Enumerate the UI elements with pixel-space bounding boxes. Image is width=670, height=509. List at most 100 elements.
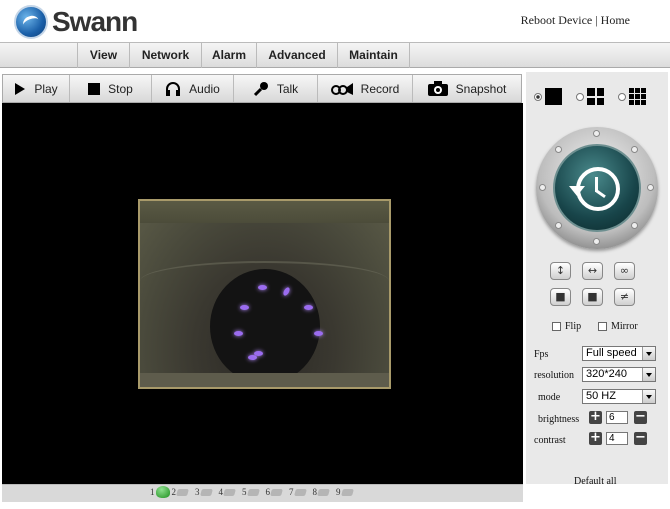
- headphones-icon: [166, 81, 181, 96]
- single-view-icon: [545, 88, 562, 105]
- stop-horizontal-button[interactable]: ■: [582, 288, 603, 306]
- brightness-decrease-button[interactable]: −: [634, 410, 647, 424]
- channel-2[interactable]: 2: [172, 487, 195, 497]
- quad-view-icon: [587, 88, 604, 105]
- talk-label: Talk: [276, 81, 299, 96]
- ptz-downright-dot[interactable]: [631, 222, 638, 229]
- ptz-up-dot[interactable]: [593, 130, 600, 137]
- brand-name: Swann: [52, 6, 138, 37]
- camcorder-icon: [330, 82, 353, 95]
- play-button[interactable]: Play: [3, 75, 70, 102]
- horizontal-patrol-button[interactable]: ↔: [582, 262, 603, 280]
- camera-inactive-icon: [176, 488, 189, 496]
- ptz-down-dot[interactable]: [593, 238, 600, 245]
- ir-led: [254, 351, 263, 356]
- channel-7[interactable]: 7: [289, 487, 312, 497]
- layout-quad-radio[interactable]: [576, 92, 584, 101]
- channel-9[interactable]: 9: [336, 487, 359, 497]
- channel-number: 7: [289, 487, 294, 497]
- mirror-checkbox[interactable]: [598, 322, 607, 331]
- link-button[interactable]: ∞: [614, 262, 635, 280]
- layout-quad[interactable]: [576, 88, 604, 105]
- nav-maintain[interactable]: Maintain: [338, 43, 410, 68]
- brightness-increase-button[interactable]: +: [589, 410, 602, 424]
- channel-3[interactable]: 3: [195, 487, 218, 497]
- chevron-down-icon: [642, 368, 655, 381]
- nav-view[interactable]: View: [78, 43, 130, 68]
- stop-button[interactable]: Stop: [70, 75, 152, 102]
- layout-nine-radio[interactable]: [618, 92, 626, 101]
- channel-8[interactable]: 8: [313, 487, 336, 497]
- channel-number: 9: [336, 487, 341, 497]
- control-sidebar: ↕ ↔ ∞ ■ ■ ≠ Flip Mirror Fps Full speed r…: [526, 72, 668, 487]
- ptz-center-button[interactable]: [553, 144, 641, 232]
- ir-led: [258, 285, 267, 290]
- nav-advanced[interactable]: Advanced: [257, 43, 338, 68]
- ptz-right-dot[interactable]: [647, 184, 654, 191]
- resolution-select[interactable]: 320*240: [582, 367, 656, 382]
- link-separator: |: [595, 13, 598, 27]
- talk-button[interactable]: Talk: [234, 75, 318, 102]
- contrast-decrease-button[interactable]: −: [634, 431, 647, 445]
- mirror-option[interactable]: Mirror: [598, 321, 638, 332]
- layout-single-radio[interactable]: [534, 92, 542, 101]
- nav-spacer: [0, 43, 78, 68]
- mode-value: 50 HZ: [586, 390, 616, 402]
- brightness-field[interactable]: 6: [606, 411, 628, 424]
- chevron-down-icon: [642, 347, 655, 360]
- vertical-patrol-button[interactable]: ↕: [550, 262, 571, 280]
- flip-option[interactable]: Flip: [552, 321, 581, 332]
- record-button[interactable]: Record: [318, 75, 413, 102]
- channel-5[interactable]: 5: [242, 487, 265, 497]
- nav-network[interactable]: Network: [130, 43, 202, 68]
- fps-value: Full speed: [586, 347, 637, 359]
- audio-button[interactable]: Audio: [152, 75, 234, 102]
- layout-single[interactable]: [534, 88, 562, 105]
- mode-select[interactable]: 50 HZ: [582, 389, 656, 404]
- arrow-down-icon: [569, 186, 585, 196]
- default-all-button[interactable]: Default all: [574, 476, 616, 487]
- layout-nine[interactable]: [618, 88, 646, 105]
- feed-ir-ring: [210, 269, 323, 384]
- camera-inactive-icon: [317, 488, 330, 496]
- channel-6[interactable]: 6: [266, 487, 289, 497]
- camera-active-icon: [155, 486, 170, 498]
- ptz-left-dot[interactable]: [539, 184, 546, 191]
- ptz-dial[interactable]: [536, 127, 658, 249]
- header: Swann Reboot Device | Home: [0, 0, 670, 42]
- camera-inactive-icon: [270, 488, 283, 496]
- channel-number: 2: [171, 487, 177, 497]
- camera-inactive-icon: [199, 488, 213, 496]
- swann-logo: Swann: [14, 5, 138, 39]
- feed-floor: [140, 373, 389, 387]
- video-viewport[interactable]: [2, 103, 523, 484]
- camera-inactive-icon: [340, 488, 354, 496]
- ptz-upleft-dot[interactable]: [555, 146, 562, 153]
- record-label: Record: [360, 81, 400, 96]
- channel-number: 3: [195, 487, 200, 497]
- unlink-button[interactable]: ≠: [614, 288, 635, 306]
- contrast-increase-button[interactable]: +: [589, 431, 602, 445]
- fps-select[interactable]: Full speed: [582, 346, 656, 361]
- fps-label: Fps: [534, 349, 549, 360]
- snapshot-button[interactable]: Snapshot: [413, 75, 521, 102]
- contrast-label: contrast: [534, 435, 566, 446]
- ptz-downleft-dot[interactable]: [555, 222, 562, 229]
- ptz-upright-dot[interactable]: [631, 146, 638, 153]
- home-link[interactable]: Home: [601, 13, 630, 27]
- nav-alarm[interactable]: Alarm: [202, 43, 257, 68]
- ir-led: [234, 331, 243, 336]
- contrast-field[interactable]: 4: [606, 432, 628, 445]
- reboot-device-link[interactable]: Reboot Device: [521, 13, 593, 27]
- play-label: Play: [34, 81, 58, 96]
- channel-4[interactable]: 4: [219, 487, 242, 497]
- swann-logo-icon: [14, 5, 48, 39]
- play-icon: [15, 82, 26, 95]
- top-links: Reboot Device | Home: [521, 13, 630, 28]
- channel-1[interactable]: 1: [150, 486, 171, 498]
- ir-led: [240, 305, 249, 310]
- stop-vertical-button[interactable]: ■: [550, 288, 571, 306]
- camera-inactive-icon: [223, 488, 236, 496]
- camera-feed[interactable]: [138, 199, 391, 389]
- flip-checkbox[interactable]: [552, 322, 561, 331]
